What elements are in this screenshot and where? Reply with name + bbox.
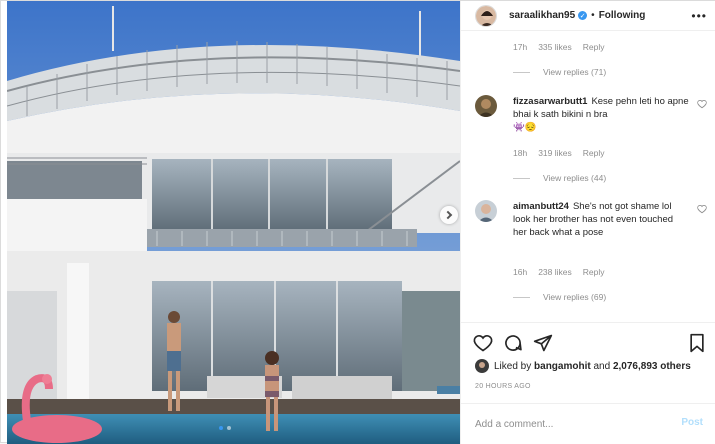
following-button[interactable]: Following [599,10,646,21]
reply-button[interactable]: Reply [583,267,605,277]
more-options-icon[interactable]: ••• [691,9,707,23]
comment-time: 16h [513,267,528,277]
add-comment-input[interactable] [475,416,665,432]
comment-text: fizzasarwarbutt1 Kese pehn leti ho apne b… [513,95,689,134]
commenter-avatar[interactable] [475,95,497,117]
comment-emoji: 👾😔 [513,122,537,133]
comments-list[interactable]: 17h 335 likes Reply View replies (71) fi… [461,32,715,322]
comment-likes[interactable]: 335 likes [538,42,572,52]
likes-middle: and [593,360,611,372]
carousel-dot [227,426,231,430]
commenter-avatar[interactable] [475,200,497,222]
replies-line [513,177,530,179]
chevron-right-icon [443,210,453,220]
comment-meta: 17h 335 likes Reply [513,42,604,52]
bookmark-icon[interactable] [687,333,707,353]
paper-plane-icon[interactable] [533,333,553,353]
view-replies-label: View replies (44) [543,173,607,183]
post-comment-button[interactable]: Post [681,417,703,428]
villa-pool-photo [7,1,460,444]
replies-line [513,296,530,298]
likes-summary: Liked by bangamohit and 2,076,893 others [475,359,691,373]
replies-line [513,71,530,73]
post-photo[interactable] [7,1,460,444]
author-username[interactable]: saraalikhan95 [509,10,575,21]
view-replies-button[interactable]: View replies (71) [513,67,606,77]
liker-username[interactable]: bangamohit [534,361,591,372]
view-replies-button[interactable]: View replies (44) [513,173,606,183]
reply-button[interactable]: Reply [583,42,605,52]
post-timestamp[interactable]: 20 HOURS AGO [475,383,531,390]
post-sidebar: saraalikhan95 ✓ • Following ••• 17h 335 … [460,1,715,444]
comment-meta: 18h 319 likes Reply [513,148,604,158]
reply-button[interactable]: Reply [583,148,605,158]
likes-count[interactable]: 2,076,893 others [613,361,691,372]
likes-prefix: Liked by [494,360,532,372]
comment-item: aimanbutt24 She's not got shame lol look … [475,200,711,270]
post-header: saraalikhan95 ✓ • Following ••• [461,1,715,31]
comment-time: 17h [513,42,528,52]
commenter-username[interactable]: aimanbutt24 [513,201,569,212]
view-replies-label: View replies (71) [543,67,607,77]
comment-like-heart-icon[interactable] [697,204,707,214]
carousel-indicator [219,426,231,430]
comment-like-heart-icon[interactable] [697,99,707,109]
instagram-post-modal: saraalikhan95 ✓ • Following ••• 17h 335 … [0,0,715,444]
view-replies-button[interactable]: View replies (69) [513,292,606,302]
author-avatar[interactable] [475,4,497,27]
comment-likes[interactable]: 319 likes [538,148,572,158]
commenter-username[interactable]: fizzasarwarbutt1 [513,96,587,107]
comment-item: fizzasarwarbutt1 Kese pehn leti ho apne b… [475,95,711,175]
comment-text: aimanbutt24 She's not got shame lol look … [513,200,689,239]
view-replies-label: View replies (69) [543,292,607,302]
liker-avatar[interactable] [475,359,489,373]
carousel-dot-active [219,426,223,430]
header-separator: • [591,10,595,21]
verified-badge-icon: ✓ [578,11,588,20]
carousel-next-button[interactable] [440,206,458,224]
action-bar: Liked by bangamohit and 2,076,893 others… [461,322,715,390]
comment-meta: 16h 238 likes Reply [513,267,604,277]
add-comment-bar: Post [461,403,715,444]
comment-icon[interactable] [503,333,523,353]
comment-time: 18h [513,148,528,158]
heart-icon[interactable] [473,333,493,353]
comment-likes[interactable]: 238 likes [538,267,572,277]
